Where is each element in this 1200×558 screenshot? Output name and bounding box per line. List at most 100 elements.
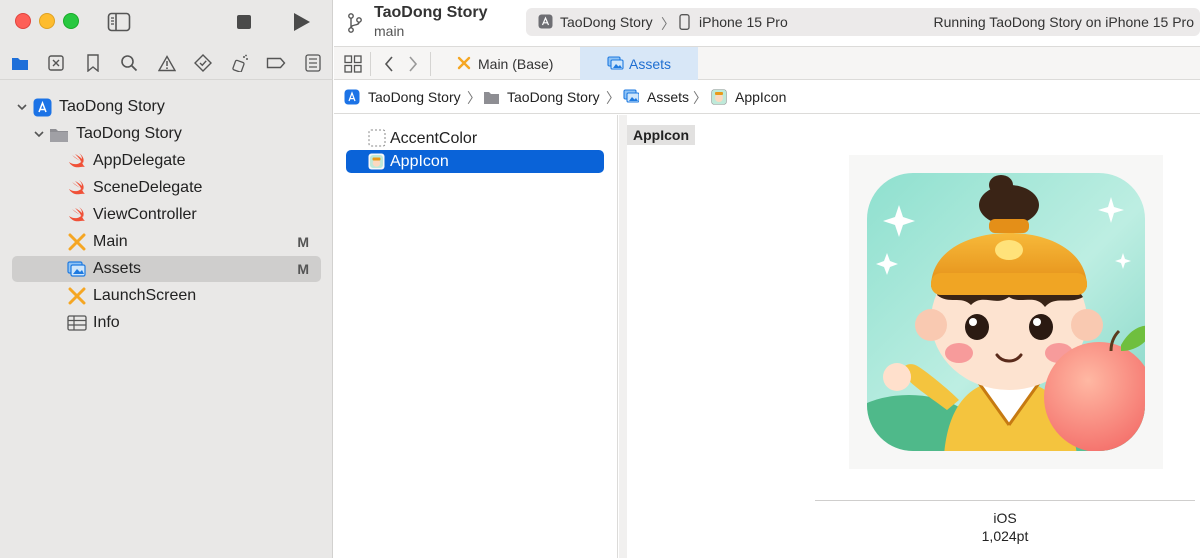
- asset-catalog-icon: [67, 260, 87, 278]
- breadcrumb-asset[interactable]: AppIcon: [735, 89, 786, 105]
- report-list-icon: [305, 54, 321, 72]
- folder-icon: [49, 125, 69, 143]
- asset-catalog-icon: [607, 56, 625, 74]
- breadcrumb-project[interactable]: TaoDong Story: [368, 89, 461, 105]
- app-icon-slot[interactable]: [849, 155, 1163, 469]
- asset-item-label: AccentColor: [390, 130, 478, 147]
- plist-table-icon: [67, 314, 87, 332]
- tree-item-info-plist[interactable]: Info: [12, 310, 321, 336]
- modified-badge: M: [297, 234, 309, 250]
- tree-item-main-storyboard[interactable]: Main M: [12, 229, 321, 255]
- slot-size-label: 1,024pt: [981, 528, 1029, 544]
- asset-catalog-icon: [623, 89, 639, 103]
- iphone-icon: [679, 14, 690, 35]
- toggle-sidebar-button[interactable]: [106, 9, 132, 35]
- asset-item-appicon[interactable]: AppIcon: [346, 150, 604, 173]
- breakpoint-icon: [266, 57, 286, 69]
- storyboard-icon: [457, 56, 471, 73]
- storyboard-icon: [67, 287, 87, 305]
- tree-item-launchscreen[interactable]: LaunchScreen: [12, 283, 321, 309]
- breakpoint-navigator-tab[interactable]: [266, 53, 286, 73]
- tab-main-storyboard[interactable]: Main (Base): [430, 47, 580, 80]
- warning-icon: [158, 54, 176, 71]
- app-icon-image: [867, 173, 1145, 451]
- app-scheme-icon: [538, 14, 553, 34]
- minimize-window-button[interactable]: [39, 13, 55, 29]
- chevron-left-icon: [384, 56, 393, 72]
- scheme-selector[interactable]: TaoDong Story: [560, 14, 653, 30]
- slot-divider: [815, 500, 1195, 501]
- breadcrumb-separator: 〉: [693, 90, 707, 106]
- report-navigator-tab[interactable]: [303, 53, 323, 73]
- close-window-button[interactable]: [15, 13, 31, 29]
- debug-spray-icon: [232, 54, 248, 72]
- tree-item-viewcontroller[interactable]: ViewController: [12, 202, 321, 228]
- tree-item-appdelegate[interactable]: AppDelegate: [12, 148, 321, 174]
- tab-assets[interactable]: Assets: [580, 47, 698, 80]
- window-toolbar: TaoDong Story main TaoDong Story 〉 iPhon…: [334, 0, 1200, 46]
- chevron-right-icon: [409, 56, 418, 72]
- stop-icon: [237, 15, 251, 29]
- asset-detail-pane: AppIcon iOS 1,024pt: [619, 115, 1200, 558]
- find-navigator-tab[interactable]: [119, 53, 139, 73]
- editor-tab-bar: Main (Base) Assets: [334, 46, 1200, 80]
- branch-icon: [346, 12, 364, 39]
- breadcrumb-catalog[interactable]: Assets: [647, 89, 689, 105]
- branch-name[interactable]: main: [374, 23, 404, 39]
- tree-item-label: AppDelegate: [93, 152, 186, 169]
- breadcrumb-group[interactable]: TaoDong Story: [507, 89, 600, 105]
- app-icon-thumbnail: [711, 89, 727, 105]
- slot-platform-label: iOS: [993, 510, 1017, 526]
- test-navigator-tab[interactable]: [193, 53, 213, 73]
- project-navigator-tab[interactable]: [10, 53, 30, 73]
- scheme-separator: 〉: [661, 16, 675, 32]
- swift-file-icon: [67, 179, 87, 197]
- zoom-window-button[interactable]: [63, 13, 79, 29]
- folder-icon: [484, 92, 499, 104]
- storyboard-icon: [67, 233, 87, 251]
- tree-item-assets[interactable]: Assets M: [12, 256, 321, 282]
- tree-item-label: TaoDong Story: [76, 125, 182, 142]
- tree-item-label: Main: [93, 233, 128, 250]
- app-project-icon: [344, 89, 360, 105]
- navigator-selector-bar: [0, 46, 333, 80]
- breadcrumb-separator: 〉: [467, 90, 481, 106]
- jump-bar: TaoDong Story 〉 TaoDong Story 〉 Assets 〉…: [334, 80, 1200, 114]
- asset-set-name: AppIcon: [627, 125, 695, 145]
- source-control-icon: [48, 55, 64, 71]
- navigator-sidebar: TaoDong Story TaoDong Story AppDelegate …: [0, 0, 333, 558]
- build-status-text: Running TaoDong Story on iPhone 15 Pro: [933, 14, 1194, 30]
- tree-item-label: ViewController: [93, 206, 197, 223]
- tree-item-label: LaunchScreen: [93, 287, 197, 304]
- tree-item-label: Info: [93, 314, 120, 331]
- go-back-button[interactable]: [379, 54, 399, 74]
- go-forward-button[interactable]: [403, 54, 423, 74]
- tab-label: Main (Base): [478, 55, 554, 72]
- related-items-button[interactable]: [343, 54, 363, 74]
- asset-item-label: AppIcon: [390, 153, 449, 170]
- tree-item-label: SceneDelegate: [93, 179, 203, 196]
- stop-button[interactable]: [231, 9, 257, 35]
- tab-label: Assets: [629, 55, 672, 72]
- activity-bar: TaoDong Story 〉 iPhone 15 Pro Running Ta…: [526, 8, 1200, 36]
- tree-item-group-folder[interactable]: TaoDong Story: [12, 121, 321, 147]
- test-diamond-icon: [194, 54, 212, 72]
- issue-navigator-tab[interactable]: [157, 53, 177, 73]
- tree-item-scenedelegate[interactable]: SceneDelegate: [12, 175, 321, 201]
- bookmark-icon: [87, 54, 99, 72]
- asset-item-accentcolor[interactable]: AccentColor: [346, 127, 604, 150]
- debug-navigator-tab[interactable]: [230, 53, 250, 73]
- source-control-navigator-tab[interactable]: [46, 53, 66, 73]
- toolbar-divider: [370, 52, 371, 76]
- tree-item-project[interactable]: TaoDong Story: [12, 94, 321, 120]
- color-set-icon: [368, 129, 386, 147]
- project-title[interactable]: TaoDong Story: [374, 4, 487, 22]
- run-button[interactable]: [288, 9, 314, 35]
- folder-icon: [12, 58, 28, 70]
- swift-file-icon: [67, 152, 87, 170]
- swift-file-icon: [67, 206, 87, 224]
- destination-selector[interactable]: iPhone 15 Pro: [699, 14, 788, 30]
- chevron-down-icon[interactable]: [16, 101, 28, 113]
- chevron-down-icon[interactable]: [33, 128, 45, 140]
- bookmark-navigator-tab[interactable]: [83, 53, 103, 73]
